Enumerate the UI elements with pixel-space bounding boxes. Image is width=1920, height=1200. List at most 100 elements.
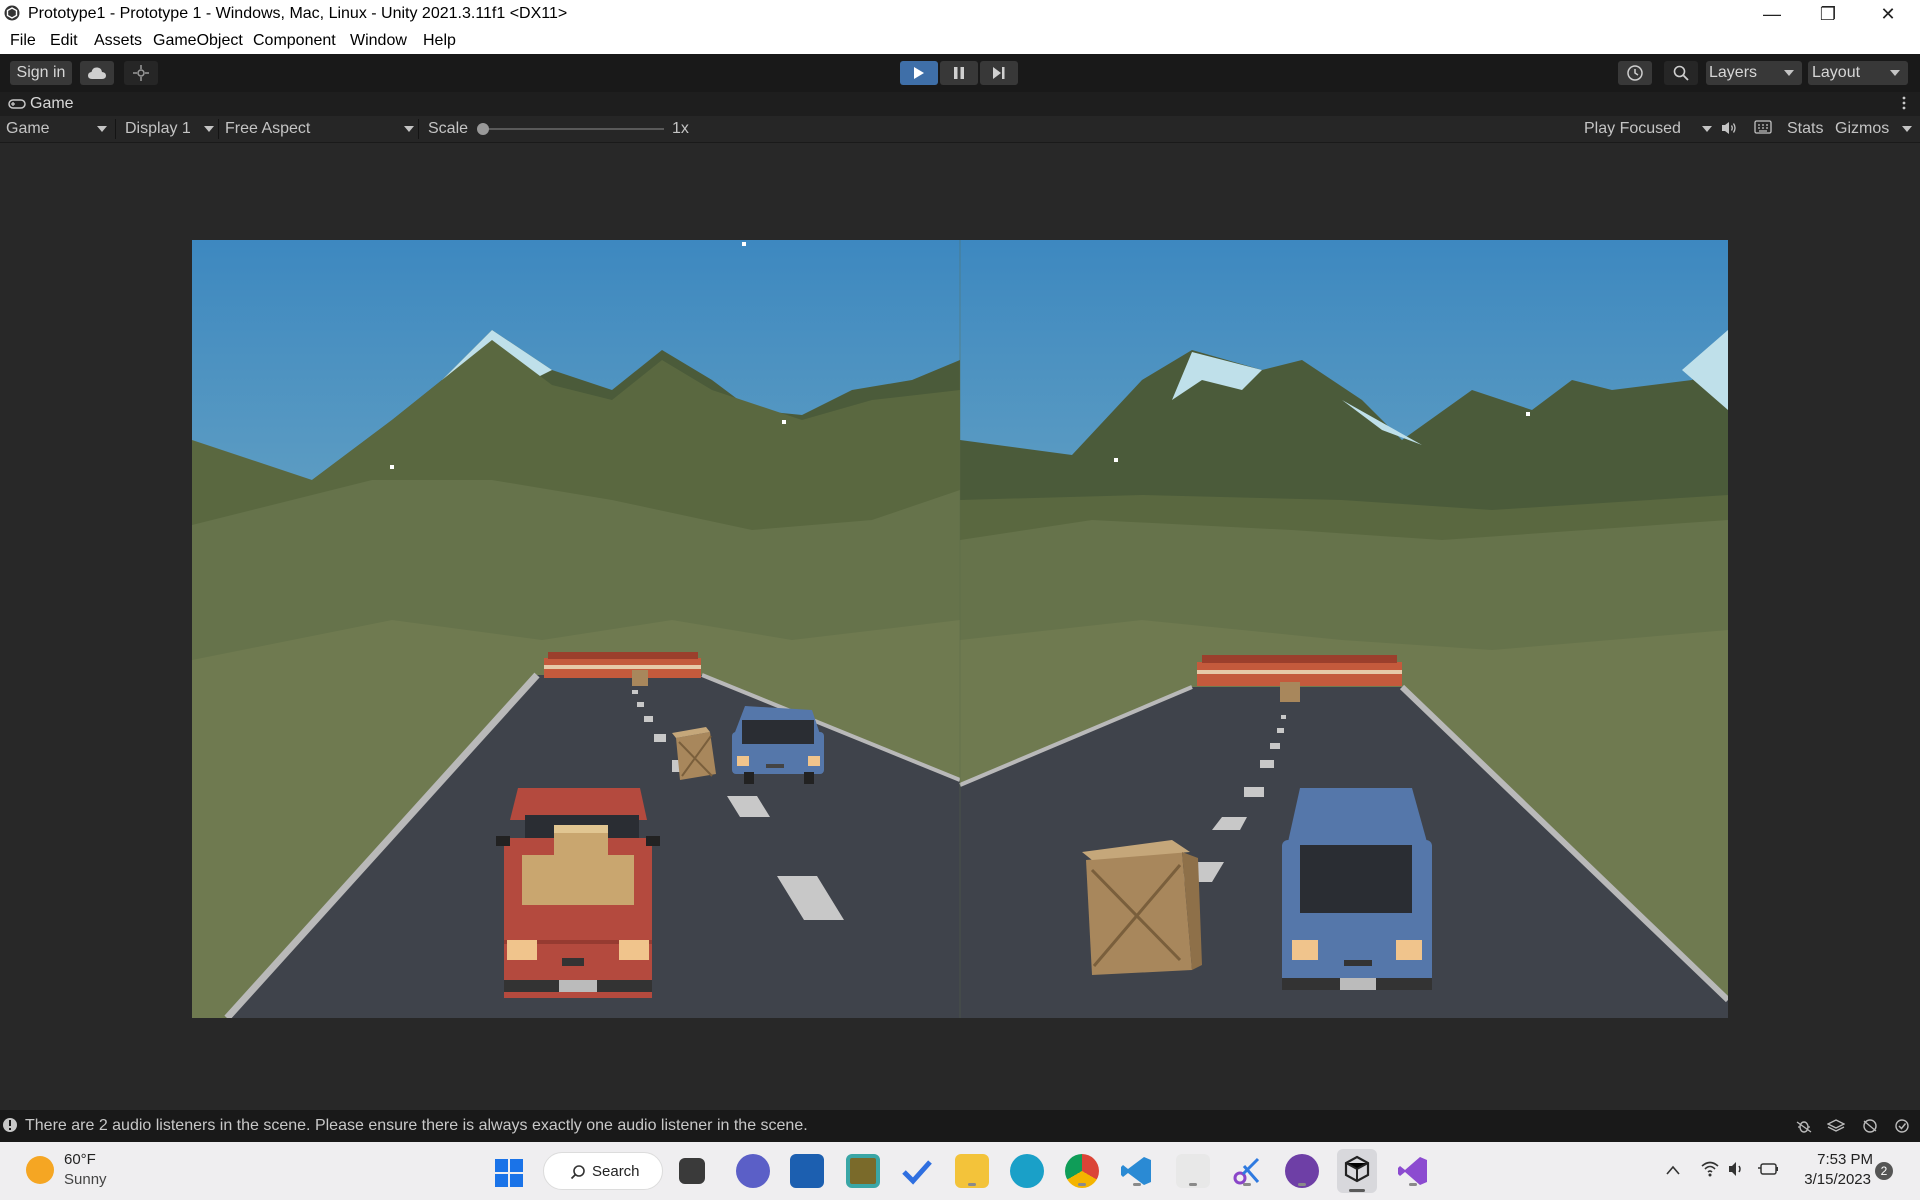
wooden-crate xyxy=(1082,840,1202,975)
red-truck xyxy=(496,788,660,998)
windows-taskbar: 60°F Sunny Search 7:53 PM 3/15/2023 2 xyxy=(0,1142,1920,1200)
running-indicator xyxy=(968,1183,976,1186)
scale-slider[interactable] xyxy=(477,123,664,135)
github-desktop-icon[interactable] xyxy=(1285,1154,1319,1188)
visual-studio-icon[interactable] xyxy=(1396,1154,1430,1188)
scale-slider-handle[interactable] xyxy=(477,123,489,135)
menu-window[interactable]: Window xyxy=(350,32,407,50)
chevron-down-icon xyxy=(1702,126,1712,132)
chevron-down-icon[interactable] xyxy=(1902,126,1912,132)
sign-in-button[interactable]: Sign in xyxy=(10,61,72,85)
volume-icon[interactable] xyxy=(1727,1160,1747,1178)
view-mode-label: Game xyxy=(6,120,50,137)
step-icon xyxy=(993,67,1005,79)
vscode-icon[interactable] xyxy=(1120,1154,1154,1188)
pause-button[interactable] xyxy=(940,61,978,85)
play-mode-dropdown[interactable]: Play Focused xyxy=(1578,116,1712,142)
todo-checkmark-icon[interactable] xyxy=(900,1154,934,1188)
blue-van xyxy=(1282,788,1432,990)
running-indicator xyxy=(1189,1183,1197,1186)
weather-description[interactable]: Sunny xyxy=(64,1171,107,1188)
unity-hub-icon[interactable] xyxy=(1176,1154,1210,1188)
info-icon xyxy=(3,1118,17,1132)
collab-icon xyxy=(133,65,149,81)
game-render xyxy=(192,240,1728,1018)
menu-help[interactable]: Help xyxy=(423,32,456,50)
layout-dropdown[interactable]: Layout xyxy=(1808,61,1908,85)
play-mode-label: Play Focused xyxy=(1584,120,1681,137)
main-toolbar: Sign in Layers Layout xyxy=(0,54,1920,92)
menu-component[interactable]: Component xyxy=(253,32,336,50)
restore-button[interactable]: ❐ xyxy=(1800,0,1856,28)
stats-button[interactable]: Stats xyxy=(1787,120,1823,138)
debug-bug-icon[interactable] xyxy=(1795,1118,1813,1134)
progress-icon[interactable] xyxy=(1861,1118,1879,1134)
play-icon xyxy=(914,67,924,79)
edge-browser-icon[interactable] xyxy=(1010,1154,1044,1188)
collab-button[interactable] xyxy=(124,61,158,85)
minimize-button[interactable]: — xyxy=(1744,0,1800,28)
close-button[interactable]: ✕ xyxy=(1860,0,1916,28)
game-viewport[interactable] xyxy=(192,240,1728,1018)
file-explorer-icon[interactable] xyxy=(955,1154,989,1188)
layers-label: Layers xyxy=(1709,64,1758,81)
notification-badge[interactable]: 2 xyxy=(1875,1162,1893,1180)
right-camera-view xyxy=(959,240,1728,1018)
shortcuts-button[interactable] xyxy=(1754,120,1776,138)
chevron-down-icon xyxy=(1784,70,1794,76)
tab-game[interactable]: Game xyxy=(8,94,74,114)
running-indicator xyxy=(1298,1183,1306,1186)
checkmark-circle-icon[interactable] xyxy=(1893,1118,1911,1134)
play-button[interactable] xyxy=(900,61,938,85)
stack-layers-icon[interactable] xyxy=(1827,1118,1845,1134)
minecraft-launcher-icon[interactable] xyxy=(846,1154,880,1188)
wifi-icon[interactable] xyxy=(1700,1160,1720,1178)
weather-temperature[interactable]: 60°F xyxy=(64,1151,96,1168)
layers-dropdown[interactable]: Layers xyxy=(1706,61,1802,85)
chrome-browser-icon[interactable] xyxy=(1065,1154,1099,1188)
cloud-button[interactable] xyxy=(80,61,114,85)
menu-edit[interactable]: Edit xyxy=(50,32,78,50)
battery-icon[interactable] xyxy=(1757,1160,1779,1178)
tab-options-button[interactable] xyxy=(1902,96,1906,110)
teams-chat-icon[interactable] xyxy=(736,1154,770,1188)
barricade-row xyxy=(1197,655,1402,686)
clock-time[interactable]: 7:53 PM xyxy=(1795,1151,1873,1168)
gizmos-button[interactable]: Gizmos xyxy=(1835,120,1889,138)
pause-icon xyxy=(954,67,964,79)
menu-gameobject[interactable]: GameObject xyxy=(153,32,243,50)
clock-date[interactable]: 3/15/2023 xyxy=(1793,1171,1871,1188)
display-dropdown[interactable]: Display 1 xyxy=(118,116,218,142)
title-bar: Prototype1 - Prototype 1 - Windows, Mac,… xyxy=(0,0,1920,28)
menu-file[interactable]: File xyxy=(10,32,36,50)
taskbar-search-box[interactable]: Search xyxy=(543,1152,663,1190)
scale-label: Scale xyxy=(428,120,469,137)
unity-editor-icon[interactable] xyxy=(1337,1149,1377,1193)
microsoft-store-icon[interactable] xyxy=(790,1154,824,1188)
search-button[interactable] xyxy=(1664,61,1698,85)
divider xyxy=(115,119,116,139)
keyboard-icon xyxy=(1754,120,1772,134)
running-indicator xyxy=(1409,1183,1417,1186)
console-message[interactable]: There are 2 audio listeners in the scene… xyxy=(25,1117,808,1135)
menu-assets[interactable]: Assets xyxy=(94,32,142,50)
windows-start-icon[interactable] xyxy=(494,1158,524,1188)
task-view-icon[interactable] xyxy=(679,1158,705,1184)
layout-label: Layout xyxy=(1812,64,1861,81)
speaker-icon xyxy=(1722,122,1736,134)
history-icon xyxy=(1627,65,1643,81)
chevron-up-icon[interactable] xyxy=(1665,1164,1681,1176)
divider xyxy=(218,119,219,139)
blue-van xyxy=(732,706,824,784)
history-button[interactable] xyxy=(1618,61,1652,85)
view-mode-dropdown[interactable]: Game xyxy=(0,116,112,142)
game-tab-bar: Game xyxy=(0,92,1920,116)
mute-audio-button[interactable] xyxy=(1720,120,1742,138)
left-camera-view xyxy=(192,240,961,1018)
restore-icon: ❐ xyxy=(1819,3,1837,24)
step-button[interactable] xyxy=(980,61,1018,85)
snipping-tool-icon[interactable] xyxy=(1230,1154,1264,1188)
aspect-dropdown[interactable]: Free Aspect xyxy=(220,116,418,142)
minimize-icon: — xyxy=(1763,3,1781,24)
sun-weather-icon[interactable] xyxy=(26,1156,54,1184)
